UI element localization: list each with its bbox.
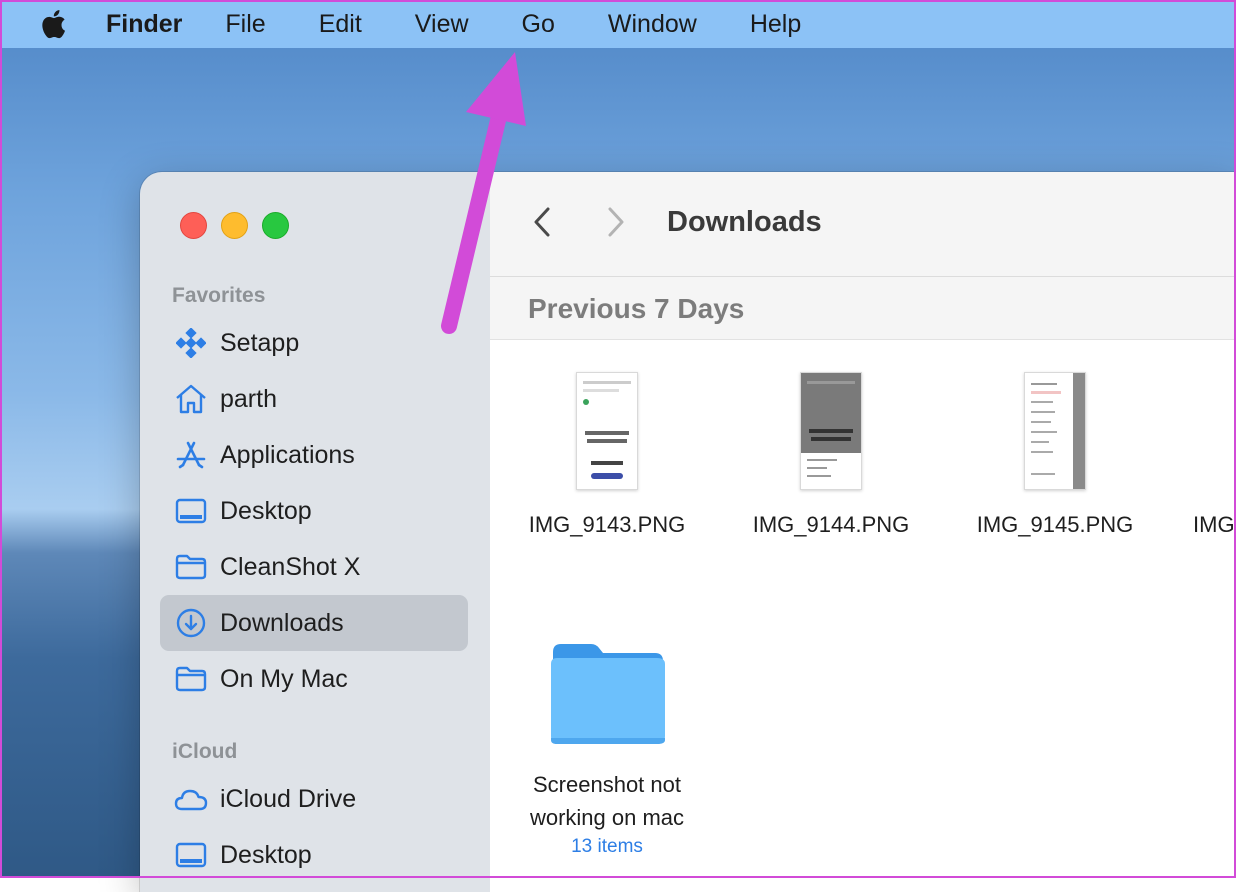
annotation-arrow: [441, 52, 526, 334]
